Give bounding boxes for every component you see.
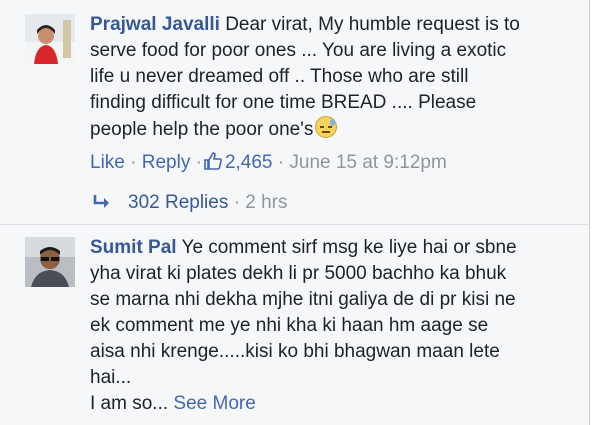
comment-text-line: aisa nhi krenge.....kisi ko bhi bhagwan … bbox=[90, 341, 500, 362]
avatar[interactable] bbox=[25, 14, 75, 64]
thumbs-up-icon bbox=[203, 151, 223, 179]
comment-text-line: Dear virat, My humble request is to bbox=[225, 14, 520, 35]
page-margin bbox=[590, 0, 600, 425]
replies-count-link[interactable]: 302 Replies bbox=[128, 192, 228, 213]
replies-time: 2 hrs bbox=[245, 192, 288, 213]
comment-text-line: finding difficult for one time BREAD ...… bbox=[90, 92, 477, 113]
divider bbox=[0, 224, 589, 225]
comment-text-line: people help the poor one's bbox=[90, 119, 314, 140]
replies-row[interactable]: 302 Replies · 2 hrs bbox=[92, 190, 287, 218]
separator: · bbox=[233, 192, 240, 213]
sweat-face-emoji-icon bbox=[315, 116, 338, 138]
comment-text-line: se marna nhi dekha mjhe itni galiya de d… bbox=[90, 289, 516, 310]
comment-text-line: serve food for poor ones ... You are liv… bbox=[90, 40, 507, 61]
reply-link[interactable]: Reply bbox=[142, 152, 191, 173]
comment-body: Sumit Pal Ye comment sirf msg ke liye ha… bbox=[90, 235, 585, 417]
comment-text-line: ek comment me ye nhi kha ki haan hm aage… bbox=[90, 315, 489, 336]
comment-author-link[interactable]: Sumit Pal bbox=[90, 237, 177, 258]
comments-panel: Prajwal Javalli Dear virat, My humble re… bbox=[0, 0, 590, 425]
like-link[interactable]: Like bbox=[90, 152, 125, 173]
reply-arrow-icon bbox=[92, 192, 112, 218]
comment-text-line: life u never dreamed off .. Those who ar… bbox=[90, 66, 469, 87]
comment-author-link[interactable]: Prajwal Javalli bbox=[90, 14, 220, 35]
comment-text-line: hai... bbox=[90, 367, 132, 388]
avatar[interactable] bbox=[25, 237, 75, 287]
comment-body: Prajwal Javalli Dear virat, My humble re… bbox=[90, 12, 585, 143]
comment-timestamp[interactable]: June 15 at 9:12pm bbox=[289, 152, 446, 173]
separator: · bbox=[195, 152, 202, 173]
see-more-link[interactable]: See More bbox=[173, 393, 255, 414]
likes-count[interactable]: 2,465 bbox=[225, 152, 273, 173]
separator: · bbox=[277, 152, 285, 173]
comment-text-line: I am so... bbox=[90, 393, 169, 414]
separator: · bbox=[130, 152, 137, 173]
comment-text-line: Ye comment sirf msg ke liye hai or sbne bbox=[181, 237, 517, 258]
comment-actions: Like · Reply · 2,465 · June 15 at 9:12pm bbox=[90, 150, 447, 179]
comment-text-line: yha virat ki plates dekh li pr 5000 bach… bbox=[90, 263, 507, 284]
